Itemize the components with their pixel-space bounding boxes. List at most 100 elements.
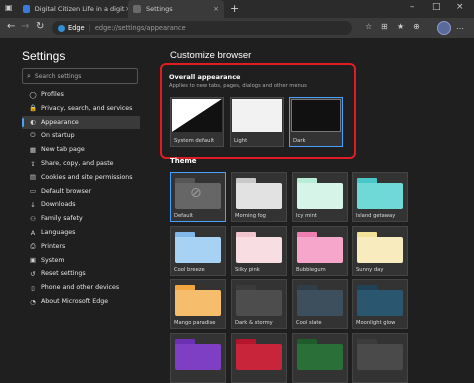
theme-card-label: Bubblegum [296,267,326,273]
theme-card-label: Mango paradise [174,320,216,326]
forward-button[interactable]: → [21,21,29,32]
theme-folder-body [175,237,221,263]
theme-card[interactable]: Sunny day [352,226,408,276]
minimize-button[interactable]: – [410,2,415,12]
theme-card[interactable]: Dark & stormy [231,279,287,329]
appearance-option-system-default[interactable]: System default [170,97,224,147]
theme-title: Theme [170,157,197,165]
theme-card[interactable] [292,333,348,383]
appearance-option-light[interactable]: Light [230,97,284,147]
overall-appearance-subtitle: Applies to new tabs, pages, dialogs and … [169,83,307,89]
theme-folder-body [236,237,282,263]
sidebar-item-cookies-and-site-permissions[interactable]: ▤ Cookies and site permissions [22,171,140,184]
refresh-button[interactable]: ↻ [36,21,44,32]
sidebar-item-phone-and-other-devices[interactable]: ▯ Phone and other devices [22,281,140,294]
sidebar-item-on-startup[interactable]: ⏻ On startup [22,129,140,142]
collections-icon[interactable]: ⊕ [413,22,420,31]
phone-icon: ▯ [31,283,35,292]
sidebar-item-new-tab-page[interactable]: ▦ New tab page [22,143,140,156]
theme-card[interactable]: ⊘ Default [170,172,226,222]
sidebar-item-default-browser[interactable]: ▭ Default browser [22,185,140,198]
back-button[interactable]: ← [7,21,15,32]
sidebar-item-label: Privacy, search, and services [41,104,133,112]
appearance-option-label: Dark [293,138,306,144]
sidebar-item-system[interactable]: ▣ System [22,254,140,267]
sidebar-item-label: Default browser [41,187,92,195]
appearance-option-label: Light [234,138,248,144]
edge-icon: ◔ [30,297,36,306]
split-screen-icon[interactable]: ⊞ [381,22,388,31]
close-window-button[interactable]: × [456,2,464,12]
theme-card[interactable]: Moonlight glow [352,279,408,329]
theme-folder-body [357,183,403,209]
edge-logo-icon [58,24,65,32]
search-input[interactable]: ⌕ Search settings [22,68,138,84]
sidebar-item-family-safety[interactable]: ⚇ Family safety [22,212,140,225]
sidebar-item-privacy-search-and-services[interactable]: 🔒 Privacy, search, and services [22,102,140,115]
sidebar-item-label: System [41,256,65,264]
theme-card-label: Cool breeze [174,267,205,273]
more-menu-icon[interactable]: … [456,22,464,31]
profile-avatar[interactable] [437,21,451,35]
overall-appearance-title: Overall appearance [169,73,241,81]
new-tab-button[interactable]: + [230,2,239,15]
theme-card[interactable]: Cool slate [292,279,348,329]
theme-folder-body [297,344,343,370]
theme-folder-body [357,344,403,370]
sidebar-item-appearance[interactable]: ◐ Appearance [22,115,140,129]
theme-card[interactable]: Bubblegum [292,226,348,276]
share-icon: ⇪ [30,159,36,168]
sidebar-item-printers[interactable]: ⎙ Printers [22,240,140,253]
reset-icon: ↺ [30,269,36,278]
theme-folder-body [175,344,221,370]
sidebar-item-label: Appearance [41,118,79,126]
sidebar-item-profiles[interactable]: ◯ Profiles [22,88,140,101]
sidebar-item-label: Family safety [41,215,83,223]
power-icon: ⏻ [30,131,36,140]
theme-card-label: Default [174,213,193,219]
theme-card[interactable]: Icy mint [292,172,348,222]
tab-label: Settings [146,5,173,13]
sidebar-item-label: New tab page [41,146,85,154]
search-placeholder: Search settings [34,72,82,80]
theme-folder-body [297,183,343,209]
sidebar-item-label: Languages [41,229,76,236]
theme-card[interactable] [231,333,287,383]
tab-digital-citizen[interactable]: Digital Citizen Life in a digital wo × [18,0,136,18]
address-bar[interactable]: Edge | edge://settings/appearance [52,21,352,35]
theme-folder-body [297,290,343,316]
tab-settings[interactable]: Settings × [128,0,224,18]
cookie-icon: ▤ [29,173,37,182]
browser-icon: ▭ [29,187,37,196]
theme-folder-body [357,237,403,263]
download-icon: ↓ [30,200,36,209]
appearance-option-label: System default [174,138,215,144]
appearance-option-dark[interactable]: Dark [289,97,343,147]
appearance-icon: ◐ [30,118,36,127]
favorite-star-icon[interactable]: ☆ [365,22,372,31]
maximize-button[interactable]: □ [432,2,441,12]
theme-card[interactable]: Silky pink [231,226,287,276]
sidebar-item-downloads[interactable]: ↓ Downloads [22,198,140,211]
sidebar-item-label: Reset settings [41,270,86,278]
sidebar-item-about-microsoft-edge[interactable]: ◔ About Microsoft Edge [22,295,140,308]
theme-card[interactable] [170,333,226,383]
tab-actions-icon[interactable]: ▣ [5,3,13,12]
theme-card[interactable]: Morning fog [231,172,287,222]
sidebar-item-reset-settings[interactable]: ↺ Reset settings [22,267,140,280]
theme-card[interactable]: Island getaway [352,172,408,222]
url-brand: Edge [68,24,85,32]
theme-card[interactable]: Mango paradise [170,279,226,329]
sidebar-item-share-copy-and-paste[interactable]: ⇪ Share, copy, and paste [22,157,140,170]
close-tab-icon[interactable]: × [213,5,219,13]
theme-card[interactable]: Cool breeze [170,226,226,276]
sidebar-item-languages[interactable]: A Languages [22,226,140,239]
printer-icon: ⎙ [30,241,36,250]
theme-folder-body [357,290,403,316]
favorites-icon[interactable]: ★ [397,22,404,31]
dark-preview [291,99,341,132]
profile-icon: ◯ [29,90,37,99]
search-icon: ⌕ [27,71,31,80]
theme-card[interactable] [352,333,408,383]
page-title: Settings [22,49,66,63]
